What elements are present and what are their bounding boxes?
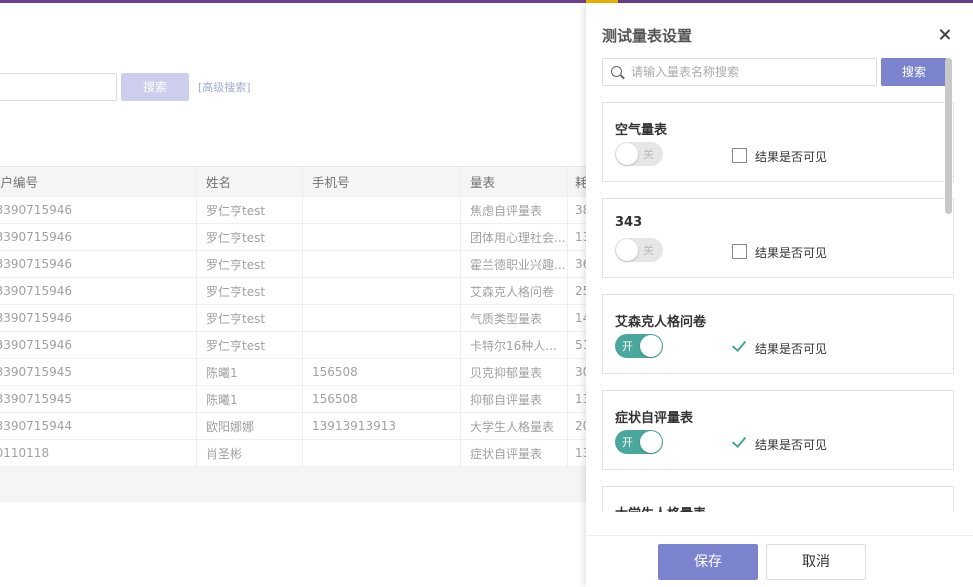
scale-card: 症状自评量表开 结果是否可见 [602,390,954,470]
switch-label: 关 [643,244,654,257]
scale-search-input[interactable] [631,62,871,82]
switch-knob [640,431,662,453]
drawer-footer: 保存 取消 [586,535,973,587]
cancel-button[interactable]: 取消 [766,544,866,580]
scale-settings-drawer: 测试量表设置 搜索 空气量表关结果是否可见343关结果是否可见艾森克人格问卷开结… [586,3,973,587]
scrollbar-thumb[interactable] [945,58,952,214]
scale-name: 343 [615,215,643,230]
scale-card: 343 关 结果是否可见 [602,198,954,278]
enable-switch[interactable]: 关 [615,238,663,262]
result-visible-label: 结果是否可见 [755,150,828,164]
scale-name: 艾森克人格问卷 [615,315,707,330]
close-icon[interactable] [937,27,953,43]
result-visible-checkmark-icon[interactable] [730,337,748,355]
switch-label: 开 [622,436,633,449]
scale-name: 症状自评量表 [615,411,694,426]
result-visible-label: 结果是否可见 [755,438,828,452]
enable-switch[interactable]: 开 [615,430,663,454]
result-visible-checkbox[interactable] [732,244,747,259]
search-icon [611,66,622,77]
result-visible-checkbox[interactable] [732,148,747,163]
drawer-overlay[interactable] [0,3,586,587]
enable-switch[interactable]: 关 [615,142,663,166]
scale-search-button[interactable]: 搜索 [881,58,947,86]
result-visible-checkmark-icon[interactable] [730,433,748,451]
drawer-title: 测试量表设置 [602,27,693,45]
switch-label: 关 [643,148,654,161]
switch-label: 开 [622,340,633,353]
scale-name: 空气量表 [615,123,668,138]
result-visible-label: 结果是否可见 [755,246,828,260]
scale-card: 大学生人格量表 [602,486,954,512]
scale-list: 空气量表关结果是否可见 343 关结果是否可见 艾森克人格问卷开结果是否可见 症状自评量… [602,102,954,512]
result-visible-label: 结果是否可见 [755,342,828,356]
scale-search-box [602,58,877,86]
switch-knob [616,143,638,165]
save-button[interactable]: 保存 [658,544,758,580]
scale-list-scrollbar[interactable] [945,58,952,538]
scale-card: 艾森克人格问卷开 结果是否可见 [602,294,954,374]
switch-knob [616,239,638,261]
enable-switch[interactable]: 开 [615,334,663,358]
scale-card: 空气量表关 结果是否可见 [602,102,954,182]
switch-knob [640,335,662,357]
scale-name: 大学生人格量表 [615,503,706,512]
